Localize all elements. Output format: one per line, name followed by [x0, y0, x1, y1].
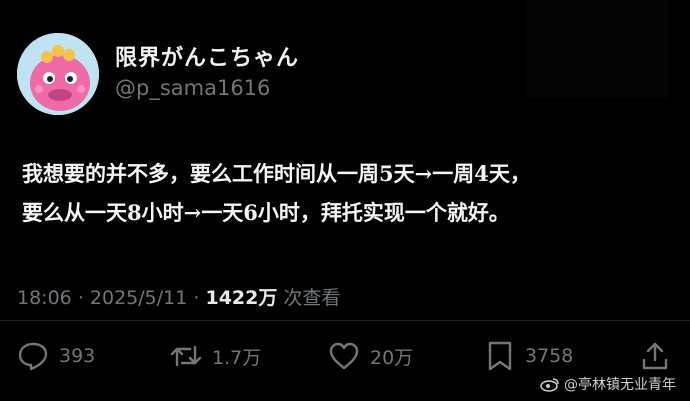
tweet-text-line: 要么从一天8小时→一天6小时，拜托实现一个就好。 [22, 200, 510, 225]
meta-separator: · [193, 287, 200, 309]
share-button[interactable] [640, 340, 670, 372]
retweet-icon [170, 345, 202, 367]
weibo-icon [540, 378, 559, 392]
divider [0, 320, 690, 321]
views-count: 1422万 [205, 287, 278, 309]
heart-icon [329, 342, 359, 370]
author-handle[interactable]: @p_sama1616 [115, 76, 270, 100]
views-label: 次查看 [283, 287, 341, 309]
meta-separator: · [77, 287, 84, 309]
tweet-card: 限界がんこちゃん @p_sama1616 我想要的并不多，要么工作时间从一周5天… [0, 0, 690, 401]
retweet-button[interactable]: 1.7万 [170, 340, 261, 372]
like-button[interactable]: 20万 [328, 340, 413, 372]
reply-button[interactable]: 393 [17, 340, 95, 372]
bookmark-count: 3758 [525, 345, 574, 367]
author-display-name[interactable]: 限界がんこちゃん [115, 40, 299, 72]
like-count: 20万 [370, 346, 414, 369]
pink-dinosaur-avatar-icon [17, 33, 99, 115]
watermark-text: @亭林镇无业青年 [564, 377, 676, 393]
bookmark-icon [488, 341, 512, 371]
tweet-text: 我想要的并不多，要么工作时间从一周5天→一周4天， 要么从一天8小时→一天6小时… [22, 154, 672, 232]
watermark: @亭林镇无业青年 [540, 374, 676, 394]
tweet-meta: 18:06 · 2025/5/11 · 1422万 次查看 [17, 283, 340, 310]
reply-count: 393 [59, 345, 96, 367]
avatar[interactable] [17, 33, 99, 115]
tweet-time[interactable]: 18:06 [17, 287, 72, 309]
redacted-area [526, 0, 668, 98]
bookmark-button[interactable]: 3758 [485, 340, 573, 372]
share-icon [642, 342, 668, 370]
reply-bubble-icon [18, 342, 48, 371]
retweet-count: 1.7万 [212, 346, 262, 369]
tweet-date[interactable]: 2025/5/11 [90, 287, 187, 309]
tweet-text-line: 我想要的并不多，要么工作时间从一周5天→一周4天， [22, 161, 531, 186]
